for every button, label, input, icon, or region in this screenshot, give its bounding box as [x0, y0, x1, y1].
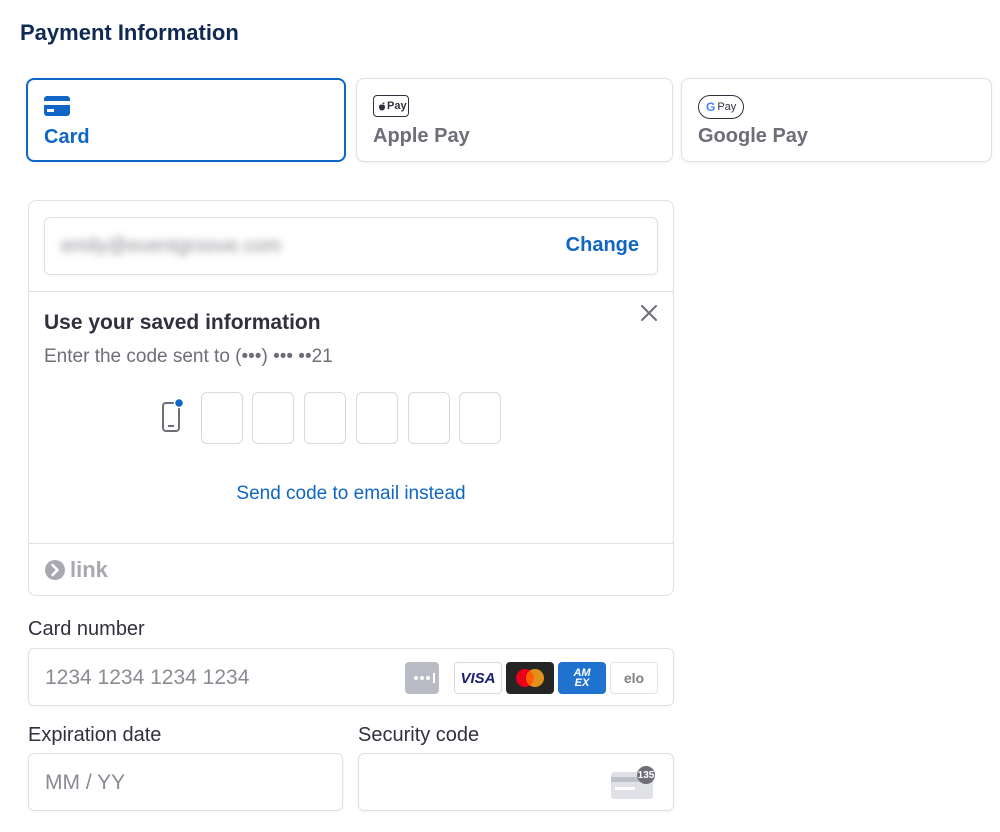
divider: [29, 291, 673, 292]
apple-pay-logo: Pay: [373, 95, 409, 117]
elo-text: elo: [623, 670, 645, 686]
card-icon: [44, 96, 70, 121]
apple-pay-badge: Pay: [387, 100, 407, 112]
cvc-hint: 135: [637, 770, 655, 781]
otp-digit-3[interactable]: [304, 392, 346, 444]
otp-digit-1[interactable]: [201, 392, 243, 444]
change-email-button[interactable]: Change: [566, 234, 639, 257]
tab-google-pay[interactable]: G Pay Google Pay: [681, 78, 992, 162]
security-code-label: Security code: [358, 724, 480, 746]
phone-icon: [161, 397, 185, 440]
email-display: emily@eventgroove.com Change: [44, 217, 658, 275]
expiration-input[interactable]: MM / YY: [28, 753, 343, 811]
google-pay-badge: Pay: [717, 101, 737, 113]
elo-logo: elo: [610, 662, 658, 694]
card-number-label: Card number: [28, 618, 145, 640]
generic-card-icon: [405, 662, 439, 694]
google-g-icon: G: [706, 100, 716, 114]
amex-text: AM EX: [573, 667, 591, 689]
page-title: Payment Information: [20, 20, 239, 45]
send-code-email-link[interactable]: Send code to email instead: [29, 483, 673, 505]
tab-apple-pay-label: Apple Pay: [373, 125, 470, 147]
otp-digit-5[interactable]: [408, 392, 450, 444]
security-code-input[interactable]: 135: [358, 753, 674, 811]
saved-info-subtitle: Enter the code sent to (•••) ••• ••21: [44, 346, 333, 367]
link-authentication-panel: emily@eventgroove.com Change Use your sa…: [28, 200, 674, 596]
mastercard-logo: [506, 662, 554, 694]
card-number-input[interactable]: 1234 1234 1234 1234 VISA AM EX elo: [28, 648, 674, 706]
visa-logo: VISA: [454, 662, 502, 694]
visa-text: VISA: [460, 669, 496, 687]
amex-logo: AM EX: [558, 662, 606, 694]
card-number-placeholder: 1234 1234 1234 1234: [45, 666, 250, 689]
cvc-card-icon: 135: [611, 766, 657, 805]
tab-card[interactable]: Card: [26, 78, 346, 162]
close-icon[interactable]: [639, 303, 659, 325]
tab-card-label: Card: [44, 126, 90, 148]
expiration-label: Expiration date: [28, 724, 162, 746]
link-logo: link: [44, 557, 108, 583]
apple-icon: [379, 102, 385, 111]
link-arrow-icon: [45, 560, 65, 580]
otp-digit-6[interactable]: [459, 392, 501, 444]
email-value: emily@eventgroove.com: [61, 235, 282, 257]
saved-info-title: Use your saved information: [44, 311, 321, 334]
expiration-placeholder: MM / YY: [45, 771, 126, 794]
otp-digit-4[interactable]: [356, 392, 398, 444]
google-pay-logo: G Pay: [698, 95, 744, 119]
tab-google-pay-label: Google Pay: [698, 125, 809, 147]
otp-digit-2[interactable]: [252, 392, 294, 444]
divider: [29, 543, 673, 544]
tab-apple-pay[interactable]: Pay Apple Pay: [356, 78, 673, 162]
link-brand-label: link: [70, 557, 108, 582]
